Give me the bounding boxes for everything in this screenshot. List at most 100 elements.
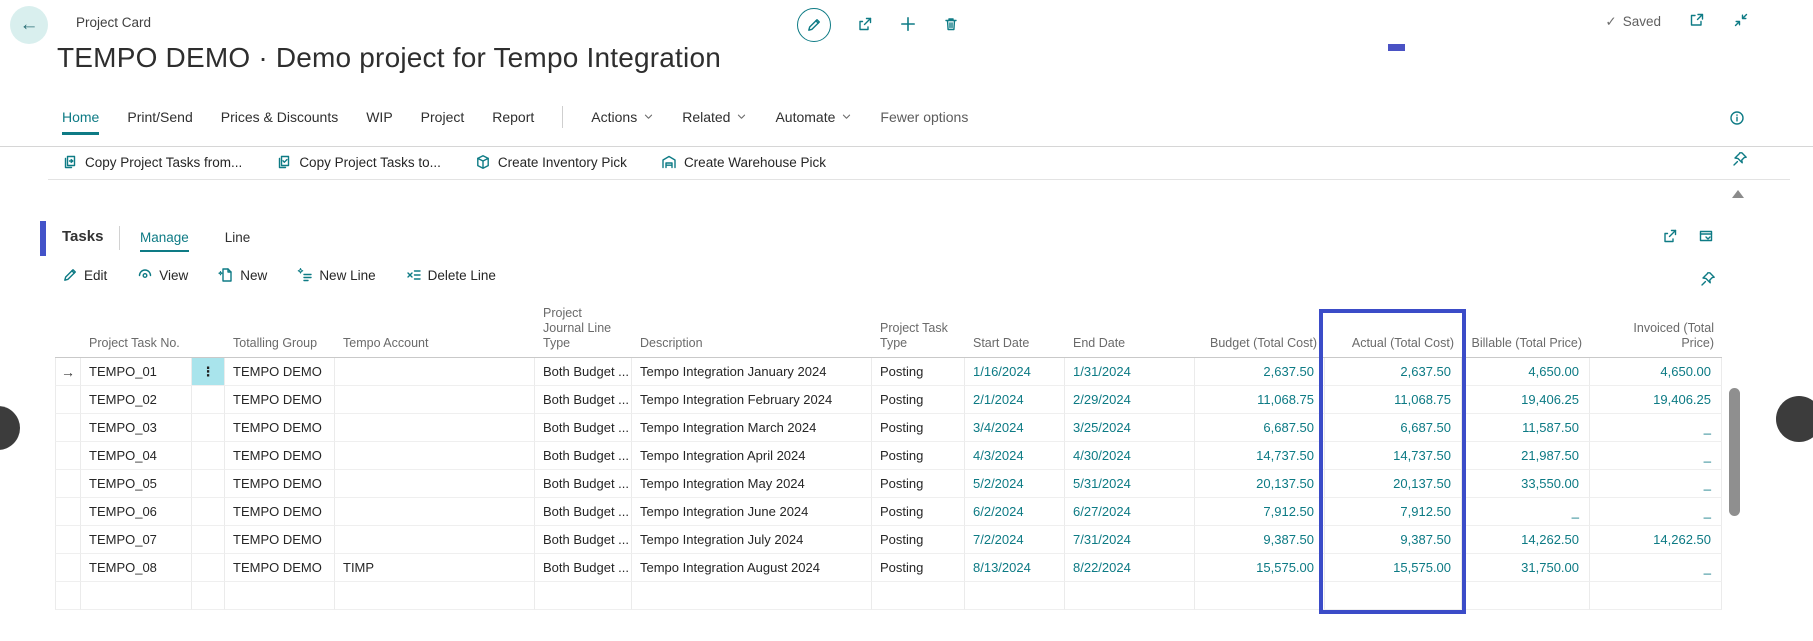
cell-actual[interactable]: 20,137.50 <box>1325 470 1462 498</box>
cell-tempo-account[interactable] <box>335 582 535 610</box>
menu-tab-prices-discounts[interactable]: Prices & Discounts <box>221 109 338 125</box>
cell-line-type[interactable]: Both Budget ... <box>535 470 632 498</box>
cell-budget[interactable]: 7,912.50 <box>1195 498 1325 526</box>
cell-budget[interactable]: 6,687.50 <box>1195 414 1325 442</box>
cell-description[interactable]: Tempo Integration March 2024 <box>632 414 872 442</box>
cell-tempo-account[interactable] <box>335 470 535 498</box>
cell-billable[interactable] <box>1462 582 1590 610</box>
cell-start-date[interactable]: 4/3/2024 <box>965 442 1065 470</box>
cell-budget[interactable] <box>1195 582 1325 610</box>
assist-edit-cell[interactable]: ⋮ <box>192 358 225 386</box>
cell-line-type[interactable]: Both Budget ... <box>535 442 632 470</box>
cell-totalling-group[interactable] <box>225 582 335 610</box>
fewer-options-button[interactable]: Fewer options <box>880 109 968 125</box>
cell-actual[interactable]: 7,912.50 <box>1325 498 1462 526</box>
cell-description[interactable] <box>632 582 872 610</box>
cell-budget[interactable]: 15,575.00 <box>1195 554 1325 582</box>
cell-end-date[interactable]: 1/31/2024 <box>1065 358 1195 386</box>
cell-start-date[interactable]: 5/2/2024 <box>965 470 1065 498</box>
cell-budget[interactable]: 9,387.50 <box>1195 526 1325 554</box>
cell-invoiced[interactable]: _ <box>1590 442 1722 470</box>
cell-start-date[interactable]: 1/16/2024 <box>965 358 1065 386</box>
cell-actual[interactable]: 14,737.50 <box>1325 442 1462 470</box>
cell-tempo-account[interactable] <box>335 442 535 470</box>
cell-description[interactable]: Tempo Integration June 2024 <box>632 498 872 526</box>
cell-task-no[interactable]: TEMPO_03 <box>81 414 192 442</box>
new-record-button[interactable] <box>899 15 917 36</box>
toolbar-view-button[interactable]: View <box>137 267 188 283</box>
menu-tab-print-send[interactable]: Print/Send <box>127 109 192 125</box>
cell-invoiced[interactable] <box>1590 582 1722 610</box>
assist-edit-cell[interactable] <box>192 414 225 442</box>
assist-edit-cell[interactable] <box>192 554 225 582</box>
menu-tab-project[interactable]: Project <box>421 109 465 125</box>
cell-start-date[interactable]: 7/2/2024 <box>965 526 1065 554</box>
cell-totalling-group[interactable]: TEMPO DEMO <box>225 470 335 498</box>
edit-record-button[interactable] <box>797 8 831 42</box>
assist-edit-cell[interactable] <box>192 442 225 470</box>
tasks-share-button[interactable] <box>1662 228 1678 247</box>
column-header-end-date[interactable]: End Date <box>1065 313 1195 358</box>
toolbar-new-line-button[interactable]: New Line <box>297 267 375 283</box>
cell-billable[interactable]: 14,262.50 <box>1462 526 1590 554</box>
assist-edit-cell[interactable] <box>192 582 225 610</box>
cell-line-type[interactable]: Both Budget ... <box>535 498 632 526</box>
toolbar-new-button[interactable]: New <box>218 267 267 283</box>
toolbar-edit-button[interactable]: Edit <box>62 267 107 283</box>
cell-start-date[interactable]: 6/2/2024 <box>965 498 1065 526</box>
cell-line-type[interactable] <box>535 582 632 610</box>
cell-end-date[interactable]: 4/30/2024 <box>1065 442 1195 470</box>
toolbar-delete-line-button[interactable]: Delete Line <box>406 267 496 283</box>
cell-task-type[interactable]: Posting <box>872 470 965 498</box>
cell-tempo-account[interactable] <box>335 358 535 386</box>
cell-end-date[interactable]: 3/25/2024 <box>1065 414 1195 442</box>
cell-task-no[interactable] <box>81 582 192 610</box>
cell-invoiced[interactable]: _ <box>1590 554 1722 582</box>
cell-line-type[interactable]: Both Budget ... <box>535 358 632 386</box>
cell-budget[interactable]: 20,137.50 <box>1195 470 1325 498</box>
tasks-open-window-button[interactable] <box>1698 228 1714 247</box>
cell-end-date[interactable]: 8/22/2024 <box>1065 554 1195 582</box>
pin-toolbar-button[interactable] <box>1700 271 1716 290</box>
cell-billable[interactable]: 19,406.25 <box>1462 386 1590 414</box>
cell-end-date[interactable]: 5/31/2024 <box>1065 470 1195 498</box>
menu-tab-automate[interactable]: Automate <box>775 109 852 125</box>
tasks-tab-line[interactable]: Line <box>225 230 251 245</box>
cell-end-date[interactable]: 7/31/2024 <box>1065 526 1195 554</box>
cell-task-type[interactable]: Posting <box>872 358 965 386</box>
cell-billable[interactable]: 33,550.00 <box>1462 470 1590 498</box>
cell-tempo-account[interactable] <box>335 526 535 554</box>
cell-invoiced[interactable]: 19,406.25 <box>1590 386 1722 414</box>
cell-task-no[interactable]: TEMPO_08 <box>81 554 192 582</box>
cell-actual[interactable]: 9,387.50 <box>1325 526 1462 554</box>
column-header-actual-total-cost[interactable]: Actual (Total Cost) <box>1325 313 1462 358</box>
cell-task-no[interactable]: TEMPO_05 <box>81 470 192 498</box>
column-header-totalling-group[interactable]: Totalling Group <box>225 313 335 358</box>
cell-billable[interactable]: 21,987.50 <box>1462 442 1590 470</box>
cell-invoiced[interactable]: 14,262.50 <box>1590 526 1722 554</box>
cell-budget[interactable]: 11,068.75 <box>1195 386 1325 414</box>
cell-totalling-group[interactable]: TEMPO DEMO <box>225 554 335 582</box>
menu-tab-actions[interactable]: Actions <box>591 109 654 125</box>
cell-task-no[interactable]: TEMPO_07 <box>81 526 192 554</box>
column-header-description[interactable]: Description <box>632 313 872 358</box>
cell-task-type[interactable]: Posting <box>872 526 965 554</box>
cell-budget[interactable]: 2,637.50 <box>1195 358 1325 386</box>
share-button[interactable] <box>857 16 873 35</box>
column-header-billable-total-price[interactable]: Billable (Total Price) <box>1462 313 1590 358</box>
cell-description[interactable]: Tempo Integration August 2024 <box>632 554 872 582</box>
cell-start-date[interactable] <box>965 582 1065 610</box>
cell-description[interactable]: Tempo Integration July 2024 <box>632 526 872 554</box>
cell-task-type[interactable]: Posting <box>872 554 965 582</box>
scrollbar-up-arrow[interactable] <box>1732 190 1744 198</box>
menu-tab-home[interactable]: Home <box>62 109 99 125</box>
cell-billable[interactable]: 11,587.50 <box>1462 414 1590 442</box>
cell-totalling-group[interactable]: TEMPO DEMO <box>225 526 335 554</box>
cell-totalling-group[interactable]: TEMPO DEMO <box>225 442 335 470</box>
action-copy-project-tasks-to[interactable]: Copy Project Tasks to... <box>276 154 441 170</box>
column-header-invoiced-total-price[interactable]: Invoiced (Total Price) <box>1590 313 1722 358</box>
cell-billable[interactable]: 4,650.00 <box>1462 358 1590 386</box>
column-header-project-journal-line-type[interactable]: Project Journal Line Type <box>535 313 632 358</box>
cell-description[interactable]: Tempo Integration February 2024 <box>632 386 872 414</box>
cell-actual[interactable]: 2,637.50 <box>1325 358 1462 386</box>
